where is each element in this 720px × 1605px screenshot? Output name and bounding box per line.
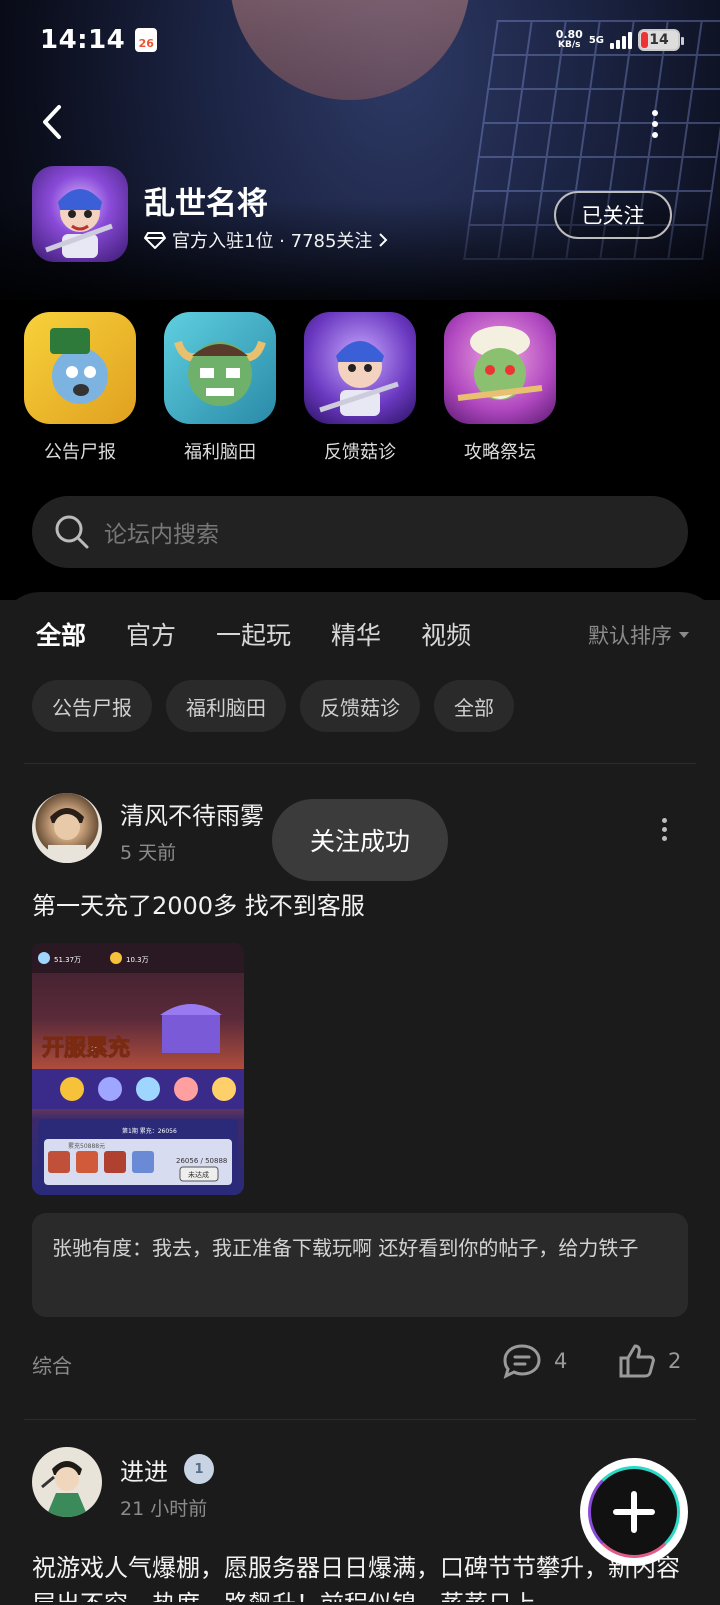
status-time: 14:14 [40, 25, 126, 55]
tab-video[interactable]: 视频 [421, 616, 471, 652]
post-body[interactable]: 祝游戏人气爆棚，愿服务器日日爆满，口碑节节攀升，新内容层出不穷，热度一路飙升！前… [32, 1550, 692, 1602]
chevron-right-icon [379, 233, 388, 247]
category-chips: 公告尸报 福利脑田 反馈菇诊 全部 [32, 680, 514, 732]
post-category: 综合 [32, 1354, 72, 1378]
tab-all[interactable]: 全部 [36, 616, 87, 657]
divider [24, 763, 696, 764]
post-author[interactable]: 进进 [120, 1452, 168, 1487]
follow-button[interactable]: 已关注 [554, 191, 672, 239]
announcement-icon [24, 312, 136, 424]
feedback-icon [304, 312, 416, 424]
signal-icon [610, 31, 632, 49]
chip-welfare[interactable]: 福利脑田 [166, 680, 286, 732]
comment-icon [503, 1344, 541, 1379]
avatar[interactable] [32, 1447, 102, 1517]
coins-value: 10.3万 [126, 956, 149, 964]
toast-message: 关注成功 [272, 799, 448, 881]
forum-search-input[interactable]: 论坛内搜索 [32, 496, 688, 568]
entry-guide[interactable]: 攻略祭坛 [444, 312, 556, 464]
plus-icon [613, 1491, 655, 1533]
thumbs-up-icon [619, 1344, 655, 1378]
user-level-badge: 1 [184, 1454, 214, 1484]
tab-featured[interactable]: 精华 [331, 616, 381, 652]
comment-text: 我去，我正准备下载玩啊 还好看到你的帖子，给力铁子 [152, 1236, 639, 1260]
guide-icon [444, 312, 556, 424]
caret-down-icon [679, 632, 689, 638]
like-button[interactable]: 2 [618, 1343, 681, 1379]
back-button[interactable] [32, 100, 72, 144]
entry-announcement[interactable]: 公告尸报 [24, 312, 136, 464]
chip-feedback[interactable]: 反馈菇诊 [300, 680, 420, 732]
status-bar: 14:14 26 0.80 KB/s 5G 14 [40, 22, 684, 58]
promo-banner-text: 开服累充 [42, 1035, 130, 1061]
entry-welfare[interactable]: 福利脑田 [164, 312, 276, 464]
chevron-left-icon [43, 105, 61, 139]
welfare-icon [164, 312, 276, 424]
tab-official[interactable]: 官方 [126, 616, 176, 652]
battery-icon: 14 [638, 29, 684, 51]
network-speed: 0.80 KB/s [555, 28, 583, 50]
diamond-icon [144, 232, 166, 249]
post-comment-preview[interactable]: 张驰有度：我去，我正准备下载玩啊 还好看到你的帖子，给力铁子 [32, 1213, 688, 1317]
more-options-button[interactable] [640, 104, 670, 144]
comment-count-button[interactable]: 4 [502, 1343, 567, 1379]
promo-progress: 26056 / 50888 [176, 1157, 227, 1165]
post-more-button[interactable] [654, 818, 674, 848]
post-time: 5 天前 [120, 842, 177, 864]
calendar-icon: 26 [135, 28, 158, 52]
post-author[interactable]: 清风不待雨雾 [120, 796, 264, 831]
search-icon [55, 515, 89, 549]
search-placeholder: 论坛内搜索 [104, 522, 219, 548]
quick-entries: 公告尸报 福利脑田 反馈菇诊 攻略祭坛 [24, 312, 556, 464]
comment-author: 张驰有度： [52, 1236, 152, 1260]
avatar[interactable] [32, 793, 102, 863]
game-title: 乱世名将 [144, 186, 268, 222]
chip-announcement[interactable]: 公告尸报 [32, 680, 152, 732]
gems-value: 51.37万 [54, 956, 81, 964]
game-icon [32, 166, 128, 262]
entry-feedback[interactable]: 反馈菇诊 [304, 312, 416, 464]
game-meta[interactable]: 官方入驻1位 · 7785关注 [144, 227, 388, 253]
tab-play-together[interactable]: 一起玩 [216, 616, 291, 652]
post-body[interactable]: 第一天充了2000多 找不到客服 [32, 888, 692, 924]
divider [24, 1419, 696, 1420]
tab-bar: 全部 官方 一起玩 精华 视频 [36, 616, 471, 657]
sort-dropdown[interactable]: 默认排序 [588, 620, 690, 650]
chip-all[interactable]: 全部 [434, 680, 514, 732]
promo-tier: 第1期 累充：26056 [122, 1127, 177, 1135]
post-image[interactable]: 51.37万 10.3万 开服累充 第1期 累充：26056 累充50888元 … [32, 943, 244, 1195]
promo-status: 未达成 [188, 1170, 209, 1179]
create-post-button[interactable] [580, 1458, 688, 1566]
post-time: 21 小时前 [120, 1498, 208, 1520]
promo-target: 累充50888元 [68, 1142, 105, 1150]
network-type: 5G [588, 34, 604, 46]
